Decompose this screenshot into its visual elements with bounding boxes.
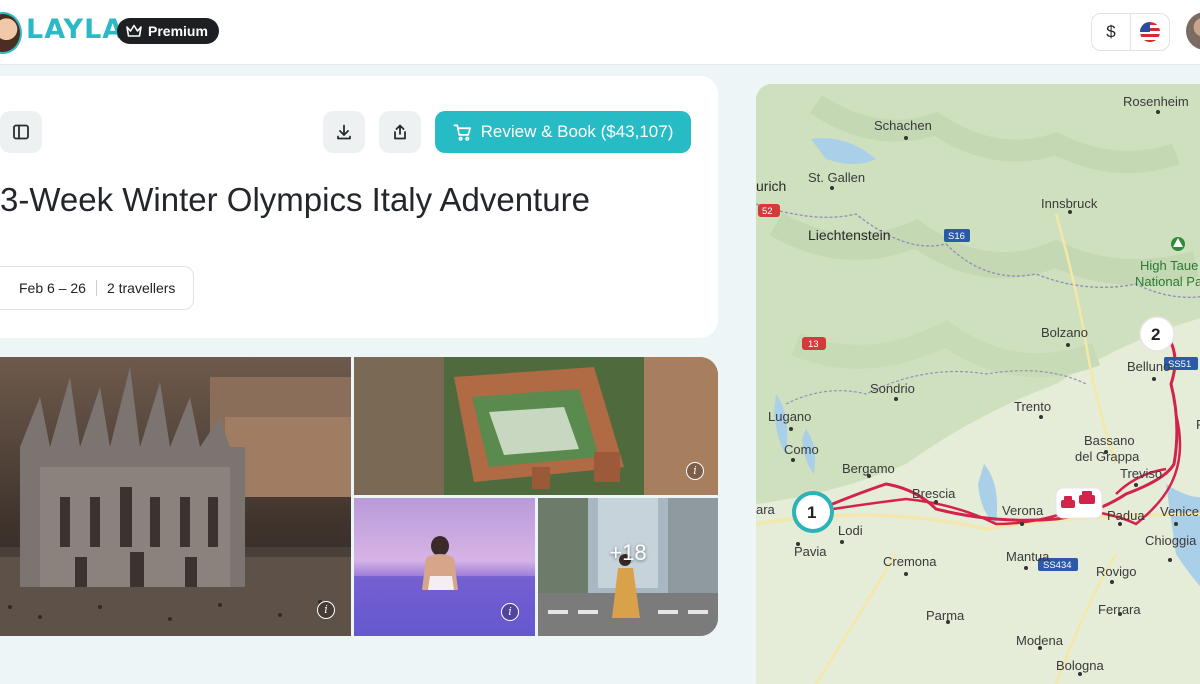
premium-label: Premium — [148, 23, 208, 39]
user-avatar[interactable] — [1186, 12, 1200, 50]
place-label: Como — [784, 442, 819, 457]
place-label: High Taue — [1140, 258, 1198, 273]
place-label: Bolzano — [1041, 325, 1088, 340]
crown-icon — [126, 24, 142, 37]
layla-avatar — [0, 12, 22, 54]
road-shield-52: 52 — [758, 204, 780, 217]
share-button[interactable] — [379, 111, 421, 153]
place-label: Belluno — [1127, 359, 1170, 374]
photo-sforza-castle[interactable]: i — [354, 357, 718, 495]
trip-travellers: 2 travellers — [106, 280, 176, 296]
layla-logo[interactable]: LAYLA — [26, 14, 124, 45]
photo-gallery: i i i +18 — [0, 357, 718, 636]
review-and-book-button[interactable]: Review & Book ($43,107) — [435, 111, 691, 153]
trip-title: 3-Week Winter Olympics Italy Adventure — [0, 181, 590, 218]
place-label: National Pa — [1135, 274, 1200, 289]
stop-marker-2[interactable]: 2 — [1139, 316, 1175, 352]
place-label: Parma — [926, 608, 965, 623]
stop-number: 1 — [807, 503, 816, 522]
place-label: Chioggia — [1145, 533, 1197, 548]
place-label: urich — [756, 178, 786, 194]
photo-street-crossing[interactable]: +18 — [538, 498, 718, 636]
sidebar-toggle-button[interactable] — [0, 111, 42, 153]
place-label: St. Gallen — [808, 170, 865, 185]
language-button[interactable] — [1130, 14, 1169, 50]
premium-badge[interactable]: Premium — [117, 18, 219, 44]
place-label: Sondrio — [870, 381, 915, 396]
place-label: Brescia — [912, 486, 956, 501]
trip-details-pill[interactable]: Feb 6 – 26 2 travellers — [0, 266, 195, 310]
info-icon[interactable]: i — [686, 462, 704, 480]
svg-text:13: 13 — [808, 339, 819, 350]
place-label: Ferrara — [1098, 602, 1141, 617]
place-label: Padua — [1107, 508, 1145, 523]
download-button[interactable] — [323, 111, 365, 153]
road-shield-13: 13 — [802, 337, 826, 350]
currency-symbol: $ — [1106, 22, 1116, 41]
stop-number: 2 — [1151, 325, 1160, 344]
place-label: Bassano — [1084, 433, 1135, 448]
cart-icon — [453, 124, 471, 141]
route-map[interactable]: 52 S16 13 SS51 SS434 Rosenheim Schachen … — [756, 84, 1200, 684]
place-label: Cremona — [883, 554, 937, 569]
place-label: Mantua — [1006, 549, 1050, 564]
place-label: Rovigo — [1096, 564, 1136, 579]
map-canvas[interactable]: 52 S16 13 SS51 SS434 Rosenheim Schachen … — [756, 84, 1200, 684]
place-label: Po — [1196, 417, 1200, 432]
more-photos-count[interactable]: +18 — [538, 498, 718, 636]
book-label: Review & Book ($43,107) — [480, 122, 674, 141]
place-label: Verona — [1002, 503, 1044, 518]
place-label: Venice — [1160, 504, 1199, 519]
place-label: Modena — [1016, 633, 1064, 648]
svg-text:52: 52 — [762, 206, 773, 217]
national-park-icon — [1171, 237, 1185, 251]
download-icon — [337, 124, 351, 140]
svg-text:SS51: SS51 — [1168, 359, 1191, 370]
road-shield-s16: S16 — [944, 229, 970, 242]
divider — [95, 280, 97, 296]
place-label: Treviso — [1120, 466, 1162, 481]
car-marker[interactable] — [1055, 487, 1103, 519]
place-label: Innsbruck — [1041, 196, 1098, 211]
place-label: ara — [756, 502, 776, 517]
info-icon[interactable]: i — [317, 601, 335, 619]
place-label: Lodi — [838, 523, 863, 538]
place-label: del Grappa — [1075, 449, 1140, 464]
photo-infinity-pool[interactable]: i — [354, 498, 535, 636]
stop-marker-1[interactable]: 1 — [792, 491, 834, 533]
place-label: Lugano — [768, 409, 811, 424]
place-label: Liechtenstein — [808, 227, 891, 243]
place-label: Bergamo — [842, 461, 895, 476]
trip-dates: Feb 6 – 26 — [19, 280, 86, 296]
currency-button[interactable]: $ — [1092, 14, 1130, 50]
photo-milan-cathedral[interactable]: i — [0, 357, 351, 636]
currency-locale-switcher: $ — [1091, 13, 1170, 51]
place-label: Schachen — [874, 118, 932, 133]
sidebar-icon — [13, 124, 29, 140]
place-label: Trento — [1014, 399, 1051, 414]
svg-text:S16: S16 — [948, 231, 965, 242]
place-label: Pavia — [794, 544, 827, 559]
us-flag-icon — [1140, 22, 1160, 42]
share-icon — [394, 124, 406, 140]
place-label: Bologna — [1056, 658, 1104, 673]
place-label: Rosenheim — [1123, 94, 1189, 109]
top-bar: LAYLA Premium $ — [0, 0, 1200, 65]
info-icon[interactable]: i — [501, 603, 519, 621]
